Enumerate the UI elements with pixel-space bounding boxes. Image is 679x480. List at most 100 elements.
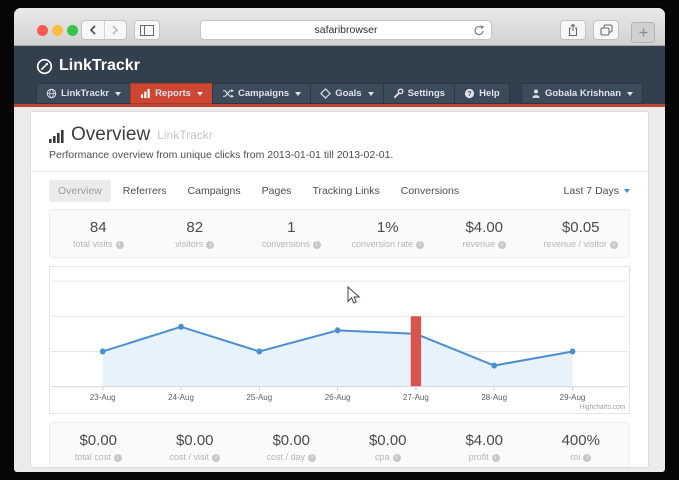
menu-label: LinkTrackr <box>61 88 109 99</box>
show-tabs-button[interactable] <box>593 20 619 40</box>
close-button[interactable] <box>37 25 48 36</box>
stat-label: cpai <box>340 452 437 462</box>
tab-overview[interactable]: Overview <box>49 180 111 202</box>
menu-item-settings[interactable]: Settings <box>383 83 455 104</box>
menu-item-goals[interactable]: Goals <box>310 83 383 104</box>
brand[interactable]: LinkTrackr <box>36 54 643 78</box>
brand-name: LinkTrackr <box>59 57 140 75</box>
plus-icon <box>639 28 648 37</box>
menu-item-linktrackr[interactable]: LinkTrackr <box>36 83 131 104</box>
date-range-dropdown[interactable]: Last 7 Days <box>564 185 630 197</box>
diamond-icon <box>320 88 331 99</box>
visits-chart[interactable]: 23-Aug24-Aug25-Aug26-Aug27-Aug28-Aug29-A… <box>50 267 629 413</box>
address-bar[interactable]: safaribrowser <box>200 20 492 40</box>
minimize-button[interactable] <box>52 25 63 36</box>
stat-label: cost / dayi <box>243 452 340 462</box>
page-header: Overview LinkTrackr <box>49 124 630 146</box>
svg-text:Highcharts.com: Highcharts.com <box>580 404 626 411</box>
sidebar-toggle-button[interactable] <box>134 20 160 40</box>
stat-label: conversion ratei <box>340 239 437 249</box>
menu-item-reports[interactable]: Reports <box>130 83 213 104</box>
new-tab-button[interactable] <box>631 22 655 43</box>
info-icon[interactable]: i <box>313 241 321 249</box>
chevron-down-icon <box>197 92 203 96</box>
info-icon[interactable]: i <box>583 454 591 462</box>
stat-value: 1 <box>243 219 340 236</box>
menu-label: Help <box>479 88 500 99</box>
info-icon[interactable]: i <box>212 454 220 462</box>
stats-row-bottom: $0.00 total costi $0.00 cost / visiti $0… <box>49 422 630 468</box>
menu-item-help[interactable]: ? Help <box>454 83 510 104</box>
chevron-down-icon <box>295 92 301 96</box>
stat-cpa: $0.00 cpai <box>340 432 437 462</box>
tab-tracking-links[interactable]: Tracking Links <box>303 180 388 202</box>
share-icon <box>567 23 579 37</box>
stat-value: $0.00 <box>340 432 437 449</box>
stat-label: conversionsi <box>243 239 340 249</box>
stat-total-visits: 84 total visitsi <box>50 219 147 249</box>
bar-chart-icon <box>140 88 151 99</box>
stat-cost-per-day: $0.00 cost / dayi <box>243 432 340 462</box>
svg-text:23-Aug: 23-Aug <box>90 392 116 402</box>
visits-chart-card: 23-Aug24-Aug25-Aug26-Aug27-Aug28-Aug29-A… <box>49 266 630 414</box>
stat-label: visitorsi <box>147 239 244 249</box>
stat-value: $4.00 <box>436 219 533 236</box>
date-range-value: Last 7 Days <box>564 185 619 197</box>
report-tabs: Overview Referrers Campaigns Pages Track… <box>49 172 630 209</box>
stat-value: 400% <box>533 432 630 449</box>
main-menu: LinkTrackr Reports Campai <box>36 83 643 104</box>
tab-campaigns[interactable]: Campaigns <box>179 180 250 202</box>
user-menu[interactable]: Gobala Krishnan <box>521 83 643 104</box>
stat-value: 82 <box>147 219 244 236</box>
stat-visitors: 82 visitorsi <box>147 219 244 249</box>
info-icon[interactable]: i <box>416 241 424 249</box>
tab-referrers[interactable]: Referrers <box>114 180 176 202</box>
menu-label: Campaigns <box>238 88 289 99</box>
menu-item-campaigns[interactable]: Campaigns <box>212 83 311 104</box>
info-icon[interactable]: i <box>114 454 122 462</box>
stat-label: profiti <box>436 452 533 462</box>
stat-value: 1% <box>340 219 437 236</box>
user-name: Gobala Krishnan <box>545 88 621 99</box>
stat-label: total costi <box>50 452 147 462</box>
tab-pages[interactable]: Pages <box>253 180 301 202</box>
svg-text:24-Aug: 24-Aug <box>168 392 194 402</box>
share-button[interactable] <box>560 20 586 40</box>
tabs-overview-icon <box>600 24 613 36</box>
stat-label: revenuei <box>436 239 533 249</box>
stat-value: 84 <box>50 219 147 236</box>
stat-value: $0.00 <box>243 432 340 449</box>
svg-text:27-Aug: 27-Aug <box>403 392 429 402</box>
zoom-button[interactable] <box>67 25 78 36</box>
chevron-down-icon <box>627 92 633 96</box>
browser-toolbar: safaribrowser <box>14 8 665 46</box>
chevron-down-icon <box>115 92 121 96</box>
page-title-suffix: LinkTrackr <box>157 128 213 142</box>
stat-conversion-rate: 1% conversion ratei <box>340 219 437 249</box>
stat-total-cost: $0.00 total costi <box>50 432 147 462</box>
stat-label: revenue / visitori <box>533 239 630 249</box>
page-title: Overview <box>71 124 150 146</box>
tab-conversions[interactable]: Conversions <box>392 180 468 202</box>
sidebar-icon <box>140 25 154 36</box>
info-icon[interactable]: i <box>498 241 506 249</box>
stats-row-top: 84 total visitsi 82 visitorsi 1 conversi… <box>49 209 630 258</box>
linktrackr-logo-icon <box>36 58 53 75</box>
stat-label: roii <box>533 452 630 462</box>
app-navbar: LinkTrackr LinkTrackr Reports <box>14 46 665 107</box>
info-icon[interactable]: i <box>116 241 124 249</box>
info-icon[interactable]: i <box>610 241 618 249</box>
info-icon[interactable]: i <box>393 454 401 462</box>
reload-button[interactable] <box>473 24 485 40</box>
stat-value: $0.05 <box>533 219 630 236</box>
svg-text:25-Aug: 25-Aug <box>246 392 272 402</box>
svg-text:29-Aug: 29-Aug <box>560 392 586 402</box>
forward-button[interactable] <box>104 21 127 39</box>
info-icon[interactable]: i <box>206 241 214 249</box>
info-icon[interactable]: i <box>308 454 316 462</box>
info-icon[interactable]: i <box>492 454 500 462</box>
svg-text:28-Aug: 28-Aug <box>481 392 507 402</box>
menu-label: Reports <box>155 88 191 99</box>
page-content: Overview LinkTrackr Performance overview… <box>14 107 665 468</box>
back-button[interactable] <box>82 21 104 39</box>
